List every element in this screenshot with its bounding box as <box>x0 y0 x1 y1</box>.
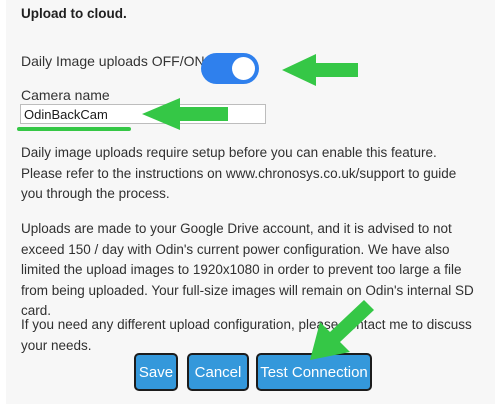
daily-uploads-toggle[interactable] <box>201 53 259 84</box>
camera-name-label: Camera name <box>21 87 110 103</box>
contact-info-text: If you need any different upload configu… <box>21 317 472 353</box>
arrow-left-icon <box>282 54 358 86</box>
arrow-left-icon <box>142 98 228 130</box>
upload-limits-text: Uploads are made to your Google Drive ac… <box>21 221 474 318</box>
section-heading: Upload to cloud. <box>21 6 127 21</box>
cancel-button[interactable]: Cancel <box>187 353 249 391</box>
save-button[interactable]: Save <box>134 353 178 391</box>
toggle-knob <box>232 57 255 80</box>
daily-uploads-label: Daily Image uploads OFF/ON <box>21 53 205 69</box>
setup-info-text: Daily image uploads require setup before… <box>21 145 457 201</box>
arrow-down-left-icon <box>310 300 374 360</box>
green-underline-annotation <box>17 127 131 131</box>
